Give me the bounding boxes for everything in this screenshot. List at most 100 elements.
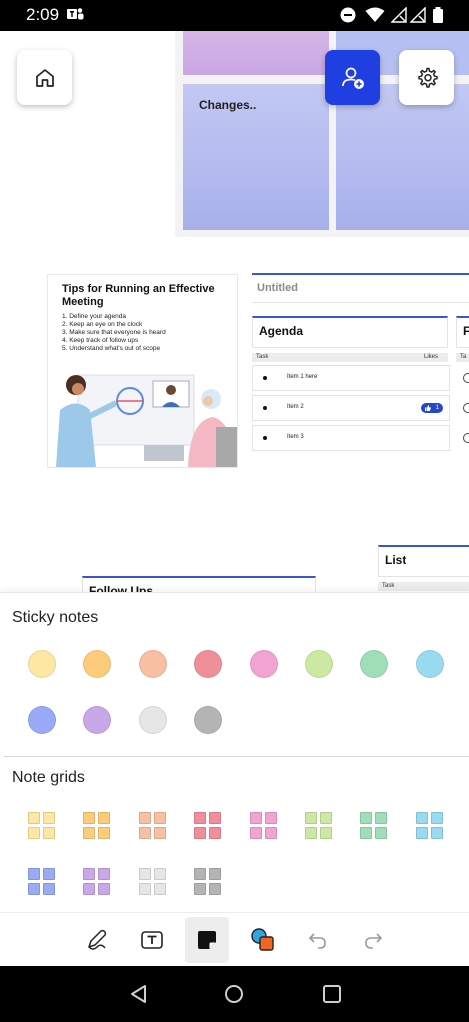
untitled-section[interactable]: Untitled — [252, 273, 469, 303]
gear-icon — [417, 67, 438, 88]
grid-cell — [360, 827, 373, 839]
note-grid-option[interactable] — [249, 812, 278, 840]
agenda-row[interactable]: Item 1 here — [252, 365, 450, 391]
grid-cell — [305, 827, 317, 839]
sticky-color-swatch[interactable] — [138, 706, 167, 734]
pen-tool-button[interactable] — [75, 917, 119, 963]
note-grid-option[interactable] — [415, 812, 444, 840]
grid-cell — [264, 812, 277, 824]
bullet-icon — [263, 376, 267, 380]
sticky-color-swatch[interactable] — [28, 650, 56, 678]
checkbox-circle[interactable] — [463, 373, 469, 383]
list-task-label: Task — [382, 583, 395, 589]
tips-item: 3. Make sure that everyone is heard — [62, 329, 166, 336]
agenda-title: Agenda — [259, 324, 304, 338]
task-column-label: Task — [256, 354, 269, 360]
whiteboard-canvas[interactable]: Changes.. Tips for Running an Effective … — [0, 31, 469, 592]
sticky-color-swatch[interactable] — [360, 650, 389, 678]
agenda-row[interactable]: Item 3 — [252, 425, 450, 451]
grid-cell — [138, 827, 151, 839]
text-box-icon — [141, 931, 163, 949]
grid-cell — [138, 868, 151, 880]
sticky-color-swatch[interactable] — [415, 650, 444, 678]
grid-cell — [194, 883, 207, 895]
sticky-color-swatch[interactable] — [305, 650, 333, 678]
home-nav-icon[interactable] — [222, 982, 246, 1006]
thumbs-up-icon — [425, 405, 431, 411]
wifi-icon — [365, 7, 385, 22]
settings-button[interactable] — [399, 50, 454, 105]
agenda-row[interactable]: Item 2 1 — [252, 395, 450, 421]
add-people-button[interactable] — [325, 50, 380, 105]
back-icon[interactable] — [127, 982, 151, 1006]
agenda-item-label: Item 2 — [287, 404, 304, 410]
grid-cell — [153, 883, 166, 895]
like-badge[interactable]: 1 — [421, 403, 443, 413]
sticky-note-purple[interactable] — [183, 31, 329, 75]
meeting-illustration — [56, 374, 237, 467]
note-grid-option[interactable] — [28, 868, 56, 896]
home-icon — [35, 68, 54, 87]
grid-cell — [360, 812, 373, 824]
agenda-header[interactable]: Agenda — [252, 316, 448, 348]
note-grid-option[interactable] — [360, 812, 388, 840]
note-grid-option[interactable] — [28, 812, 56, 840]
agenda-column-header: Task Likes — [252, 353, 448, 362]
grid-cell — [430, 812, 443, 824]
list-header[interactable]: List — [378, 545, 469, 577]
grid-cell — [83, 827, 96, 839]
status-time: 2:09 — [26, 5, 60, 24]
partial-list-header[interactable]: F — [456, 316, 469, 348]
note-grid-option[interactable] — [83, 812, 111, 840]
sticky-color-swatch[interactable] — [138, 650, 167, 678]
sticky-color-swatch[interactable] — [194, 706, 223, 734]
grid-cell — [83, 812, 96, 824]
grid-cell — [209, 812, 222, 824]
grid-cell — [264, 827, 277, 839]
undo-icon — [309, 933, 326, 949]
sticky-note-icon — [198, 931, 216, 949]
sticky-notes-panel: Sticky notes Note grids — [0, 592, 469, 913]
checkbox-circle[interactable] — [463, 403, 469, 413]
sticky-color-swatch[interactable] — [83, 706, 112, 734]
note-grid-option[interactable] — [194, 868, 222, 896]
sticky-note-changes[interactable]: Changes.. — [183, 84, 329, 230]
note-grid-option[interactable] — [194, 812, 222, 840]
sticky-color-swatch[interactable] — [83, 650, 112, 678]
grid-cell — [43, 868, 55, 880]
untitled-title: Untitled — [257, 282, 298, 294]
panel-divider — [4, 756, 469, 757]
home-button[interactable] — [17, 50, 72, 105]
text-tool-button[interactable] — [130, 917, 174, 963]
sticky-note-tool-button[interactable] — [185, 917, 229, 963]
bullet-icon — [263, 436, 267, 440]
grid-cell — [194, 812, 207, 824]
note-grid-option[interactable] — [138, 868, 167, 896]
sticky-note-blue[interactable] — [336, 84, 469, 230]
sticky-color-swatch[interactable] — [28, 706, 56, 734]
grid-cell — [138, 812, 151, 824]
recents-icon[interactable] — [320, 982, 344, 1006]
grid-cell — [98, 883, 111, 895]
partial-column-header: Ta — [456, 353, 469, 362]
sticky-color-swatch[interactable] — [194, 650, 223, 678]
shapes-tool-button[interactable] — [241, 917, 285, 963]
grid-cell — [249, 827, 262, 839]
sticky-color-swatch[interactable] — [249, 650, 278, 678]
undo-button[interactable] — [296, 917, 340, 963]
tips-card[interactable]: Tips for Running an Effective Meeting 1.… — [47, 274, 238, 468]
note-grid-option[interactable] — [83, 868, 111, 896]
bottom-toolbar — [0, 912, 469, 967]
note-grid-option[interactable] — [138, 812, 167, 840]
grid-cell — [153, 827, 166, 839]
grid-cell — [415, 827, 428, 839]
follow-ups-header[interactable]: Follow Ups — [82, 576, 316, 592]
agenda-item-label: Item 1 here — [287, 374, 318, 380]
list-title: List — [385, 553, 407, 567]
checkbox-circle[interactable] — [463, 433, 469, 443]
redo-button[interactable] — [351, 917, 395, 963]
note-grid-option[interactable] — [305, 812, 333, 840]
do-not-disturb-icon — [340, 7, 356, 23]
agenda-item-label: Item 3 — [287, 434, 304, 440]
shapes-icon — [251, 928, 274, 951]
